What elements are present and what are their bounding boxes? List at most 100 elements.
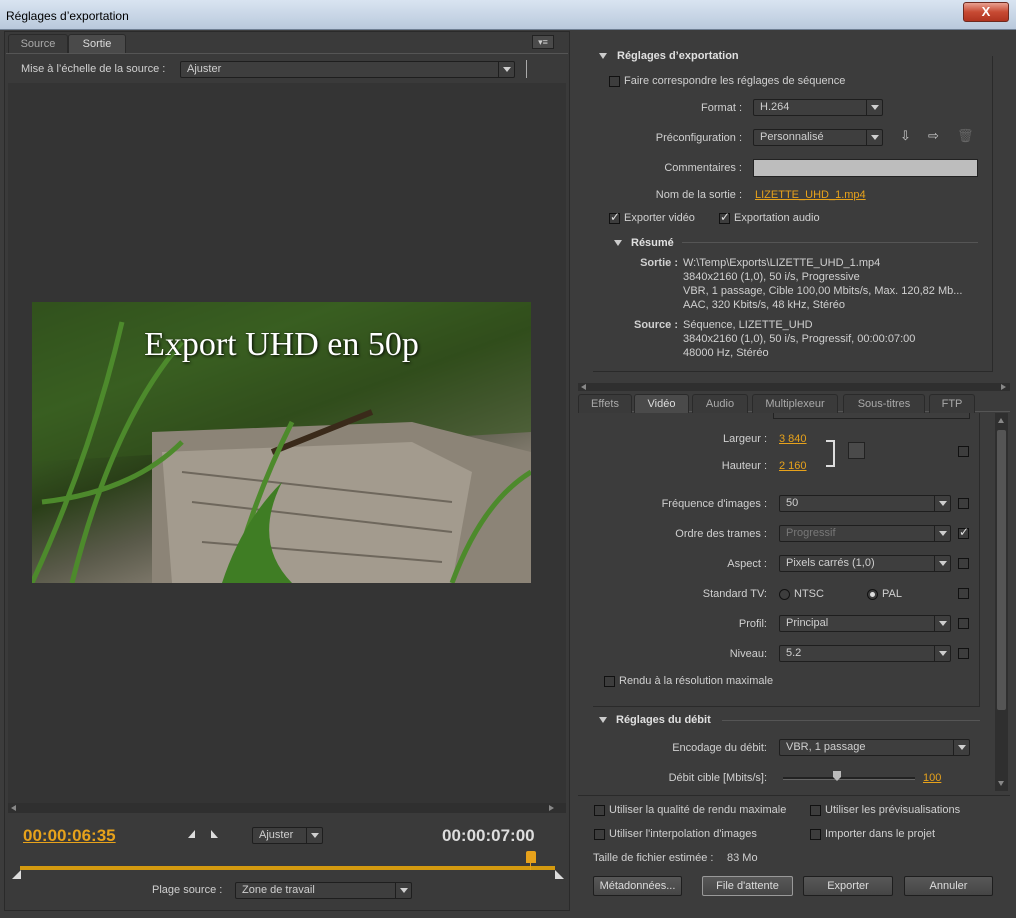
- bitrate-encoding-label: Encodage du débit:: [672, 742, 767, 754]
- close-button[interactable]: X: [963, 2, 1009, 22]
- range-label: Plage source :: [152, 884, 223, 896]
- use-previews-label: Utiliser les prévisualisations: [825, 804, 961, 816]
- profile-dropdown[interactable]: Principal: [779, 615, 951, 632]
- collapse-summary-icon[interactable]: [614, 240, 622, 246]
- fps-dropdown[interactable]: 50: [779, 495, 951, 512]
- link-dimensions-toggle[interactable]: [848, 442, 865, 459]
- max-quality-label: Utiliser la qualité de rendu maximale: [609, 804, 787, 816]
- fit-dropdown[interactable]: Ajuster: [252, 827, 323, 844]
- scale-value: Ajuster: [187, 63, 222, 75]
- in-marker-icon[interactable]: [12, 870, 21, 879]
- target-bitrate-value[interactable]: 100: [923, 772, 941, 784]
- scroll-up-icon[interactable]: [998, 418, 1004, 423]
- chevron-down-icon: [953, 740, 969, 755]
- tab-subtitles[interactable]: Sous-titres: [843, 394, 925, 413]
- collapse-bitrate-icon[interactable]: [599, 717, 607, 723]
- tab-output[interactable]: Sortie: [68, 34, 126, 53]
- comments-field[interactable]: [753, 159, 978, 177]
- set-in-point-icon[interactable]: [188, 830, 195, 838]
- cancel-button[interactable]: Annuler: [904, 876, 993, 896]
- set-out-point-icon[interactable]: [211, 830, 218, 838]
- profile-value: Principal: [786, 617, 829, 629]
- summary-divider: [682, 242, 978, 243]
- scroll-thumb[interactable]: [997, 430, 1006, 710]
- total-timecode: 00:00:07:00: [442, 826, 535, 845]
- scroll-right-icon[interactable]: [549, 805, 554, 811]
- match-sequence-checkbox[interactable]: [609, 76, 620, 87]
- metadata-button[interactable]: Métadonnées...: [593, 876, 682, 896]
- export-section-title: Réglages d’exportation: [617, 50, 739, 62]
- top-strip: [773, 413, 970, 419]
- tab-underline: [6, 53, 568, 54]
- delete-preset-icon[interactable]: 🗑: [957, 128, 974, 144]
- queue-button[interactable]: File d'attente: [702, 876, 793, 896]
- width-label: Largeur :: [722, 433, 767, 445]
- scroll-left-icon[interactable]: [11, 805, 16, 811]
- frame-interp-checkbox[interactable]: [594, 829, 605, 840]
- fps-override-checkbox[interactable]: [958, 498, 969, 509]
- window-title: Réglages d’exportation: [6, 9, 129, 23]
- panel-menu-icon[interactable]: ▾≡: [532, 35, 554, 49]
- ntsc-radio[interactable]: [779, 589, 790, 600]
- panel-splitter[interactable]: [578, 383, 1010, 391]
- format-dropdown[interactable]: H.264: [753, 99, 883, 116]
- pal-radio[interactable]: [867, 589, 878, 600]
- export-audio-label: Exportation audio: [734, 212, 820, 224]
- height-value[interactable]: 2 160: [779, 460, 807, 472]
- playhead-line: [530, 862, 531, 870]
- bitrate-encoding-dropdown[interactable]: VBR, 1 passage: [779, 739, 970, 756]
- save-preset-icon[interactable]: ⇩: [900, 128, 911, 144]
- preset-value: Personnalisé: [760, 131, 824, 143]
- output-name-link[interactable]: LIZETTE_UHD_1.mp4: [755, 189, 866, 201]
- preset-dropdown[interactable]: Personnalisé: [753, 129, 883, 146]
- ntsc-label: NTSC: [794, 588, 824, 600]
- tab-ftp[interactable]: FTP: [929, 394, 975, 413]
- preview-title-text: Export UHD en 50p: [144, 326, 419, 363]
- field-order-dropdown[interactable]: Progressif: [779, 525, 951, 542]
- target-bitrate-label: Débit cible [Mbits/s]:: [668, 772, 767, 784]
- profile-override-checkbox[interactable]: [958, 618, 969, 629]
- tab-video[interactable]: Vidéo: [634, 394, 689, 413]
- range-dropdown[interactable]: Zone de travail: [235, 882, 412, 899]
- timeline-track[interactable]: [20, 866, 555, 870]
- export-video-checkbox[interactable]: [609, 210, 620, 224]
- max-render-checkbox[interactable]: [604, 676, 615, 687]
- tv-standard-override-checkbox[interactable]: [958, 588, 969, 599]
- link-bracket-icon: [826, 440, 835, 467]
- chevron-down-icon: [934, 556, 950, 571]
- splitter-left-icon: [581, 384, 586, 390]
- playhead[interactable]: [526, 851, 536, 863]
- tab-multiplexer[interactable]: Multiplexeur: [752, 394, 838, 413]
- export-button[interactable]: Exporter: [803, 876, 893, 896]
- aspect-dropdown[interactable]: Pixels carrés (1,0): [779, 555, 951, 572]
- summary-title: Résumé: [631, 237, 674, 249]
- aspect-override-checkbox[interactable]: [958, 558, 969, 569]
- width-value[interactable]: 3 840: [779, 433, 807, 445]
- current-timecode[interactable]: 00:00:06:35: [23, 826, 116, 846]
- pal-label: PAL: [882, 588, 902, 600]
- level-override-checkbox[interactable]: [958, 648, 969, 659]
- summary-output-line-3: VBR, 1 passage, Cible 100,00 Mbits/s, Ma…: [683, 285, 963, 297]
- chevron-down-icon: [498, 62, 514, 77]
- field-order-override-checkbox[interactable]: [958, 525, 969, 539]
- out-marker-icon[interactable]: [555, 870, 564, 879]
- max-quality-checkbox[interactable]: [594, 805, 605, 816]
- horizontal-scrollbar[interactable]: [8, 803, 566, 813]
- tab-effects[interactable]: Effets: [578, 394, 632, 413]
- use-previews-checkbox[interactable]: [810, 805, 821, 816]
- import-project-checkbox[interactable]: [810, 829, 821, 840]
- chevron-down-icon: [934, 646, 950, 661]
- import-preset-icon[interactable]: ⇨: [928, 128, 939, 144]
- level-dropdown[interactable]: 5.2: [779, 645, 951, 662]
- export-audio-checkbox[interactable]: [719, 210, 730, 224]
- scale-dropdown[interactable]: Ajuster: [180, 61, 515, 78]
- tab-audio[interactable]: Audio: [692, 394, 748, 413]
- summary-source-line-1: Séquence, LIZETTE_UHD: [683, 319, 813, 331]
- summary-output-line-4: AAC, 320 Kbits/s, 48 kHz, Stéréo: [683, 299, 846, 311]
- target-bitrate-slider-track[interactable]: [783, 777, 915, 780]
- scroll-down-icon[interactable]: [998, 781, 1004, 786]
- tab-source[interactable]: Source: [8, 34, 68, 53]
- chevron-down-icon: [934, 616, 950, 631]
- dimensions-override-checkbox[interactable]: [958, 446, 969, 457]
- collapse-export-icon[interactable]: [599, 53, 607, 59]
